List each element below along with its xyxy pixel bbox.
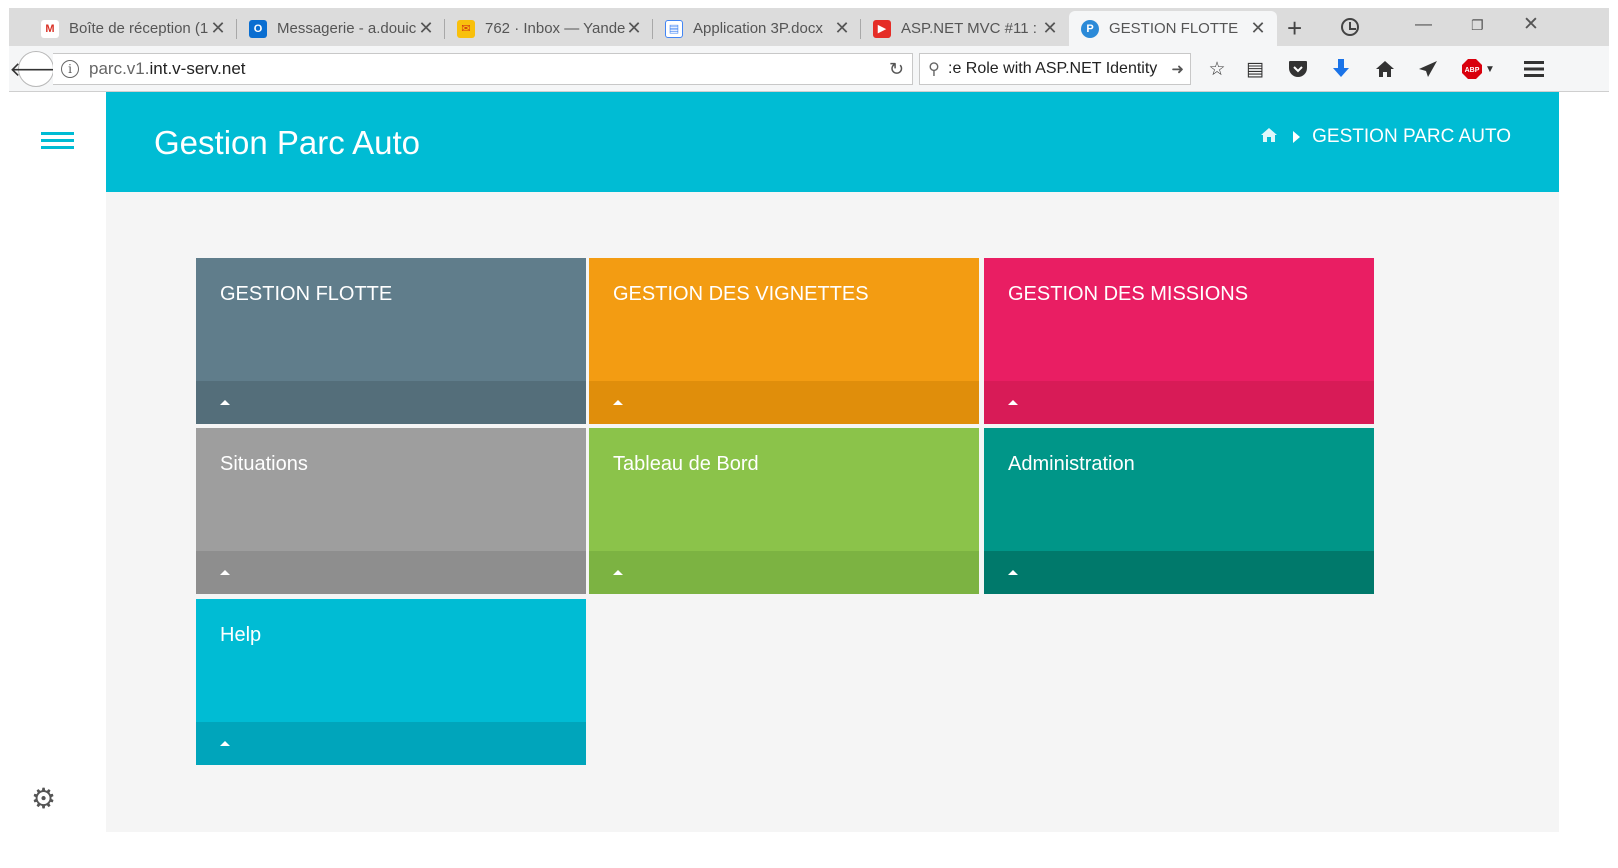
page-title: Gestion Parc Auto bbox=[154, 124, 420, 161]
caret-up-icon bbox=[220, 741, 230, 746]
browser-tab[interactable]: O Messagerie - a.douic ✕ bbox=[237, 11, 445, 46]
caret-up-icon bbox=[220, 570, 230, 575]
tile-label: Situations bbox=[220, 453, 308, 475]
new-tab-icon[interactable]: + bbox=[1287, 15, 1302, 41]
browser-tab-active[interactable]: P GESTION FLOTTE ✕ bbox=[1069, 11, 1277, 46]
tab-title: 762 · Inbox — Yande bbox=[485, 20, 625, 37]
tab-title: ASP.NET MVC #11 : C bbox=[901, 20, 1041, 37]
browser-tab[interactable]: M Boîte de réception (1 ✕ bbox=[29, 11, 237, 46]
close-tab-icon[interactable]: ✕ bbox=[1249, 18, 1267, 39]
close-tab-icon[interactable]: ✕ bbox=[625, 18, 643, 39]
close-tab-icon[interactable]: ✕ bbox=[209, 18, 227, 39]
tab-title: Messagerie - a.douic bbox=[277, 20, 417, 37]
back-button[interactable]: 🡐 bbox=[9, 51, 63, 87]
tile-gestion-flotte[interactable]: GESTION FLOTTE bbox=[196, 258, 586, 424]
tile-footer[interactable] bbox=[196, 381, 586, 424]
breadcrumb-arrow-icon bbox=[1293, 131, 1301, 143]
tab-bar: M Boîte de réception (1 ✕ O Messagerie -… bbox=[9, 8, 1609, 46]
main-content: GESTION FLOTTE GESTION DES VIGNETTES GES… bbox=[106, 192, 1559, 832]
site-info-icon[interactable]: i bbox=[61, 60, 79, 78]
youtube-icon: ▶ bbox=[873, 19, 891, 38]
url-domain: int.v-serv.net bbox=[149, 59, 246, 78]
caret-up-icon bbox=[1008, 570, 1018, 575]
tile-footer[interactable] bbox=[196, 551, 586, 594]
reading-list-icon[interactable]: ▤ bbox=[1244, 58, 1266, 80]
browser-chrome: M Boîte de réception (1 ✕ O Messagerie -… bbox=[9, 8, 1609, 92]
tile-help[interactable]: Help bbox=[196, 599, 586, 765]
svg-text:ABP: ABP bbox=[1465, 67, 1480, 74]
adblock-icon[interactable]: ABP ▼ bbox=[1459, 58, 1497, 80]
tile-label: GESTION FLOTTE bbox=[220, 283, 393, 305]
site-favicon-icon: P bbox=[1081, 19, 1099, 38]
tab-title: Application 3P.docx bbox=[693, 20, 823, 37]
reload-icon[interactable]: ↻ bbox=[889, 59, 904, 80]
close-tab-icon[interactable]: ✕ bbox=[833, 18, 851, 39]
yandex-mail-icon: ✉ bbox=[457, 19, 475, 38]
navigation-bar: 🡐 i parc.v1. int.v-serv.net ↻ ⚲ :e Role w… bbox=[9, 46, 1609, 92]
tile-footer[interactable] bbox=[984, 551, 1374, 594]
history-clock-icon[interactable] bbox=[1341, 18, 1359, 36]
search-go-icon[interactable]: ➜ bbox=[1171, 60, 1184, 78]
send-icon[interactable] bbox=[1417, 58, 1439, 80]
tile-situations[interactable]: Situations bbox=[196, 428, 586, 594]
download-icon[interactable] bbox=[1330, 58, 1352, 80]
browser-tab[interactable]: ▤ Application 3P.docx ✕ bbox=[653, 11, 861, 46]
tab-title: GESTION FLOTTE bbox=[1109, 20, 1239, 37]
pocket-icon[interactable] bbox=[1287, 58, 1309, 80]
outlook-icon: O bbox=[249, 19, 267, 38]
tile-label: Administration bbox=[1008, 453, 1135, 475]
tile-label: Help bbox=[220, 624, 262, 646]
browser-tab[interactable]: ✉ 762 · Inbox — Yande ✕ bbox=[445, 11, 653, 46]
bookmark-star-icon[interactable]: ☆ bbox=[1206, 58, 1228, 80]
search-icon: ⚲ bbox=[928, 61, 940, 78]
document-icon: ▤ bbox=[665, 19, 683, 38]
sidebar: ⚙ bbox=[9, 92, 106, 832]
breadcrumb-item[interactable]: GESTION PARC AUTO bbox=[1312, 126, 1511, 148]
tile-footer[interactable] bbox=[984, 381, 1374, 424]
tile-footer[interactable] bbox=[589, 551, 979, 594]
search-text: :e Role with ASP.NET Identity bbox=[948, 60, 1158, 77]
search-input[interactable]: ⚲ :e Role with ASP.NET Identity ➜ bbox=[919, 53, 1191, 85]
address-bar[interactable]: i parc.v1. int.v-serv.net ↻ bbox=[53, 53, 913, 85]
minimize-icon[interactable]: — bbox=[1415, 14, 1432, 34]
hamburger-menu-icon[interactable] bbox=[41, 132, 74, 152]
settings-gear-icon[interactable]: ⚙ bbox=[31, 782, 56, 815]
gmail-icon: M bbox=[41, 19, 59, 38]
tile-administration[interactable]: Administration bbox=[984, 428, 1374, 594]
home-icon[interactable] bbox=[1261, 127, 1278, 147]
tile-label: Tableau de Bord bbox=[613, 453, 759, 475]
close-tab-icon[interactable]: ✕ bbox=[1041, 18, 1059, 39]
close-tab-icon[interactable]: ✕ bbox=[417, 18, 435, 39]
page-header: Gestion Parc Auto GESTION PARC AUTO bbox=[106, 92, 1559, 192]
caret-up-icon bbox=[613, 570, 623, 575]
window-close-icon[interactable]: ✕ bbox=[1523, 13, 1539, 36]
tile-footer[interactable] bbox=[196, 722, 586, 765]
caret-up-icon bbox=[1008, 400, 1018, 405]
home-icon[interactable] bbox=[1374, 58, 1396, 80]
breadcrumb: GESTION PARC AUTO bbox=[1261, 126, 1511, 148]
tile-gestion-des-vignettes[interactable]: GESTION DES VIGNETTES bbox=[589, 258, 979, 424]
caret-up-icon bbox=[220, 400, 230, 405]
caret-up-icon bbox=[613, 400, 623, 405]
tile-footer[interactable] bbox=[589, 381, 979, 424]
tile-tableau-de-bord[interactable]: Tableau de Bord bbox=[589, 428, 979, 594]
tile-gestion-des-missions[interactable]: GESTION DES MISSIONS bbox=[984, 258, 1374, 424]
tile-label: GESTION DES VIGNETTES bbox=[613, 283, 869, 305]
url-prefix: parc.v1. bbox=[89, 59, 150, 78]
menu-icon[interactable] bbox=[1523, 58, 1545, 80]
tile-label: GESTION DES MISSIONS bbox=[1008, 283, 1249, 305]
restore-icon[interactable]: ❐ bbox=[1471, 17, 1484, 34]
tab-title: Boîte de réception (1 bbox=[69, 20, 209, 37]
browser-tab[interactable]: ▶ ASP.NET MVC #11 : C ✕ bbox=[861, 11, 1069, 46]
